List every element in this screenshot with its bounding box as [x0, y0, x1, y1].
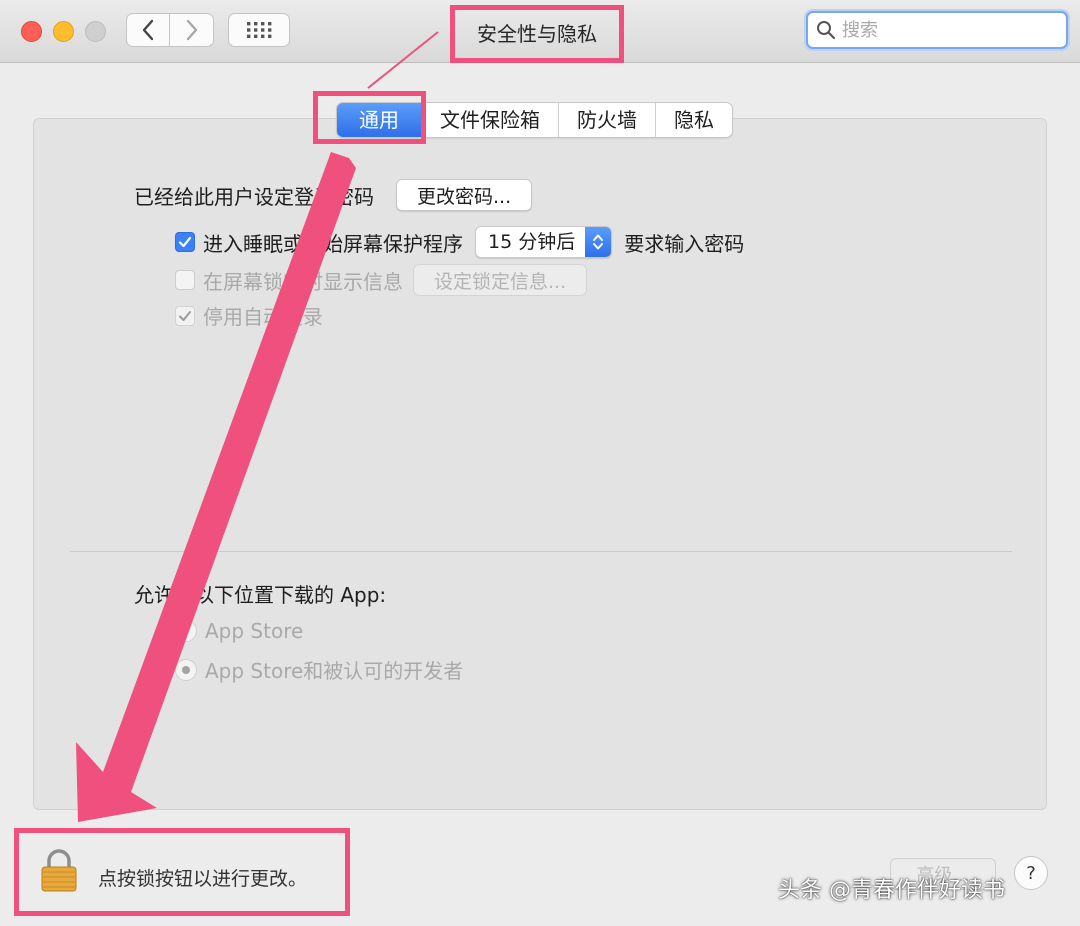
minimize-window-button[interactable] [53, 21, 74, 42]
app-store-identified-label: App Store和被认可的开发者 [205, 659, 464, 683]
tab-highlight-box [313, 91, 426, 144]
password-set-label: 已经给此用户设定登录密码 [134, 184, 374, 209]
allow-apps-heading: 允许从以下位置下载的 App: [134, 583, 387, 607]
chevron-right-icon [186, 19, 197, 41]
checkmark-icon [179, 310, 191, 321]
general-panel: 已经给此用户设定登录密码 更改密码... 进入睡眠或开始屏幕保护程序 15 分钟… [33, 118, 1047, 810]
option-app-store-identified[interactable]: App Store和被认可的开发者 [175, 655, 463, 684]
option-app-store[interactable]: App Store [175, 619, 303, 643]
set-lock-message-button[interactable]: 设定锁定信息... [413, 264, 588, 296]
back-button[interactable] [126, 13, 170, 47]
password-delay-value: 15 分钟后 [488, 231, 576, 253]
require-password-checkbox[interactable] [175, 232, 195, 252]
checkmark-icon [178, 236, 192, 248]
show-message-row: 在屏幕锁定时显示信息 设定锁定信息... [175, 264, 588, 296]
tab-filevault[interactable]: 文件保险箱 [421, 103, 558, 137]
change-password-button[interactable]: 更改密码... [396, 179, 533, 211]
search-field[interactable] [806, 11, 1068, 49]
forward-button[interactable] [170, 13, 214, 47]
close-window-button[interactable] [21, 21, 42, 42]
app-store-radio[interactable] [175, 620, 197, 642]
help-button[interactable]: ? [1014, 856, 1048, 890]
show-all-button[interactable] [228, 13, 290, 47]
app-store-label: App Store [205, 619, 304, 643]
section-divider [70, 551, 1012, 552]
show-message-checkbox[interactable] [175, 270, 195, 290]
password-row: 已经给此用户设定登录密码 更改密码... [134, 179, 533, 211]
chevron-left-icon [142, 19, 154, 41]
show-message-label: 在屏幕锁定时显示信息 [203, 269, 403, 294]
updown-arrows-icon [585, 227, 612, 257]
grid-icon [247, 22, 272, 38]
disable-autologin-label: 停用自动登录 [203, 305, 323, 329]
app-store-identified-radio[interactable] [175, 658, 197, 681]
search-icon [817, 21, 836, 40]
require-password-row: 进入睡眠或开始屏幕保护程序 15 分钟后 要求输入密码 [175, 226, 744, 258]
disable-autologin-row: 停用自动登录 [175, 301, 323, 330]
tab-privacy[interactable]: 隐私 [655, 103, 732, 137]
search-input[interactable] [840, 18, 1044, 42]
title-highlight-box [450, 5, 624, 63]
watermark: 头条 @青春作伴好读书 [778, 878, 1005, 903]
lock-highlight-box [14, 828, 350, 916]
tab-firewall[interactable]: 防火墙 [558, 103, 655, 137]
disable-autologin-checkbox[interactable] [175, 305, 195, 326]
require-password-suffix: 要求输入密码 [624, 231, 745, 256]
password-delay-select[interactable]: 15 分钟后 [475, 226, 613, 258]
zoom-window-button[interactable] [85, 21, 106, 42]
require-password-label: 进入睡眠或开始屏幕保护程序 [203, 231, 463, 256]
